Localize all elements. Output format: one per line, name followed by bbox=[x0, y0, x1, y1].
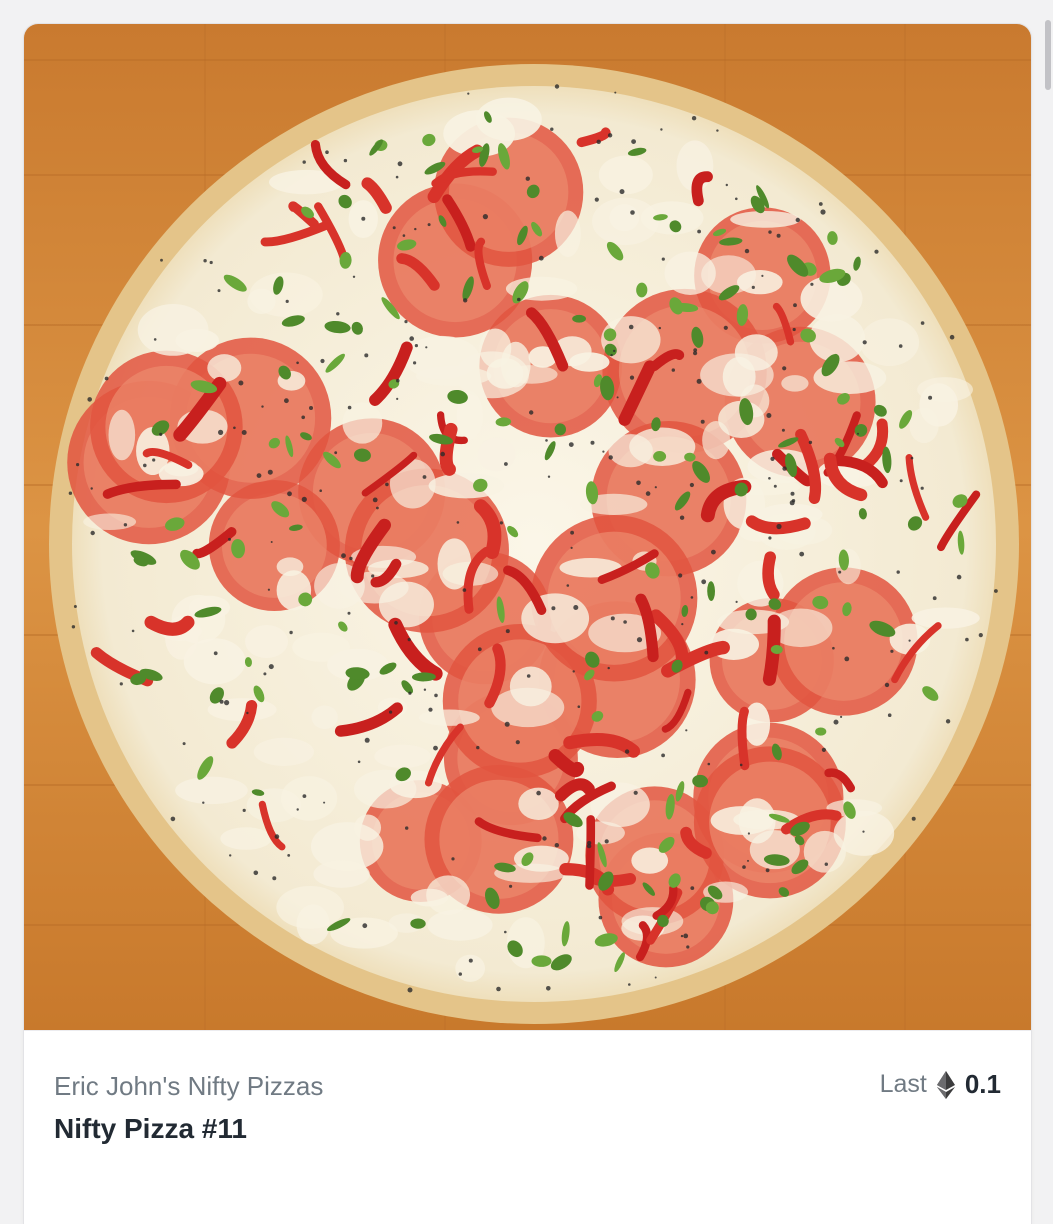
scroll-track bbox=[1041, 0, 1053, 1200]
card-info: Eric John's Nifty Pizzas Nifty Pizza #11… bbox=[24, 1030, 1031, 1224]
nft-card[interactable]: Eric John's Nifty Pizzas Nifty Pizza #11… bbox=[24, 24, 1031, 1224]
item-name[interactable]: Nifty Pizza #11 bbox=[54, 1113, 247, 1145]
price-value: 0.1 bbox=[964, 1069, 1001, 1099]
pizza-image-art bbox=[24, 24, 1031, 1030]
last-price: Last 0.1 bbox=[880, 1069, 1001, 1100]
price-label: Last bbox=[879, 1070, 927, 1098]
pizza-image[interactable] bbox=[24, 24, 1031, 1030]
ethereum-icon bbox=[936, 1070, 955, 1099]
scrollbar-thumb[interactable] bbox=[1045, 20, 1051, 90]
collection-name[interactable]: Eric John's Nifty Pizzas bbox=[54, 1071, 323, 1102]
